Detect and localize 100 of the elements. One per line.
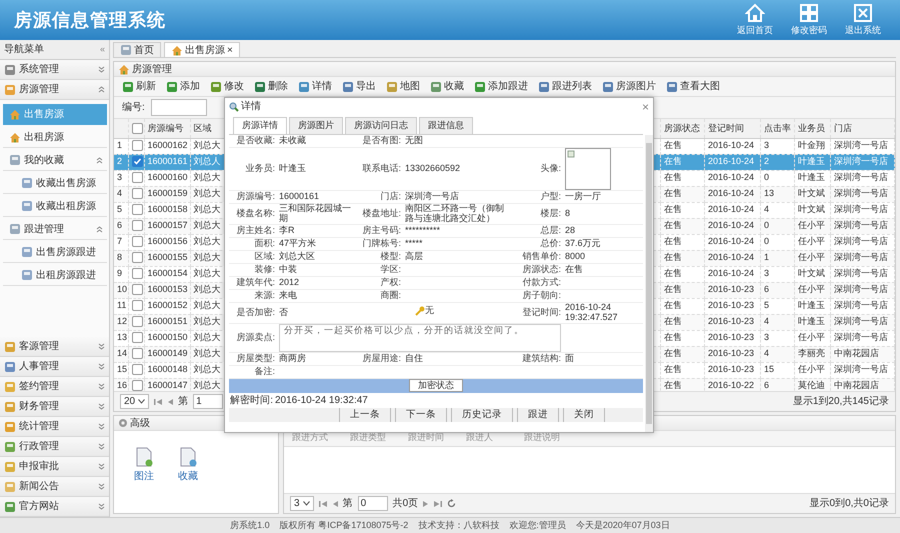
search-field[interactable]	[150, 99, 207, 116]
tab[interactable]: 出售房源 ×	[164, 42, 240, 57]
tab[interactable]: 跟进信息	[419, 117, 473, 134]
sidebar-item[interactable]: 出租房源	[3, 127, 107, 148]
sidebar-section[interactable]: 新闻公告	[0, 477, 109, 497]
field-label: 房主姓名:	[236, 224, 275, 235]
sidebar-section[interactable]: 统计管理	[0, 417, 109, 437]
field-label: 解密时间:	[229, 394, 274, 408]
tab[interactable]: 房源访问日志	[345, 117, 417, 134]
sidebar-section[interactable]: 官方网站	[0, 497, 109, 517]
checkbox[interactable]	[132, 380, 142, 391]
dialog-button[interactable]: 下一条	[395, 408, 447, 422]
checkbox[interactable]	[132, 332, 142, 344]
toolbar-button[interactable]: 跟进列表	[534, 79, 596, 94]
field-label: 是否有图:	[362, 134, 401, 145]
close-button[interactable]: ×	[642, 100, 649, 112]
toolbar-button[interactable]: 删除	[250, 79, 292, 94]
sidebar-section[interactable]: 客源管理	[0, 337, 109, 357]
tab[interactable]: 房源详情	[233, 117, 287, 134]
toolbar-button[interactable]: 房源图片	[598, 79, 660, 94]
checkbox[interactable]	[132, 348, 142, 360]
sidebar-item[interactable]: 收藏出售房源	[3, 173, 107, 194]
checkbox[interactable]	[132, 252, 142, 264]
checkbox[interactable]	[132, 220, 142, 232]
field-label: 业务员:	[245, 163, 275, 174]
dialog-button[interactable]: 历史记录	[451, 408, 513, 422]
action-button[interactable]: 图注	[130, 447, 158, 484]
tab[interactable]: 首页	[113, 42, 161, 57]
checkbox[interactable]	[132, 268, 142, 280]
toolbar-button[interactable]: 详情	[294, 79, 336, 94]
checkbox[interactable]	[132, 140, 142, 152]
folder-icon	[9, 154, 21, 166]
checkbox[interactable]	[132, 204, 142, 216]
sidebar-section[interactable]: 行政管理	[0, 437, 109, 457]
table-cell: 2016-10-24	[704, 250, 760, 266]
checkbox[interactable]	[132, 172, 142, 184]
field-label: 楼型:	[380, 250, 401, 261]
checkbox[interactable]	[132, 364, 142, 376]
sidebar-item[interactable]: 跟进管理	[3, 219, 107, 240]
field-value: 13302660592	[405, 163, 460, 174]
scrollbar[interactable]	[645, 134, 653, 432]
sidebar-section[interactable]: 系统管理	[0, 60, 109, 80]
close-icon[interactable]: ×	[227, 42, 233, 58]
text-area[interactable]: 分开买，一起买价格可以少点，分开的话就没空间了。	[279, 324, 561, 352]
checkbox[interactable]	[132, 316, 142, 328]
sidebar-section[interactable]: 房源管理	[0, 80, 109, 100]
section-icon	[4, 460, 16, 472]
sidebar-item[interactable]: 我的收藏	[3, 150, 107, 171]
pager-summary: 显示0到0,共0记录	[810, 496, 889, 511]
sidebar-section[interactable]: 人事管理	[0, 357, 109, 377]
checkbox[interactable]	[132, 284, 142, 296]
field-label: 门店:	[380, 191, 401, 202]
field-label: 商圈:	[380, 290, 401, 300]
toolbar-button[interactable]: 添加跟进	[470, 79, 532, 94]
tab[interactable]: 房源图片	[289, 117, 343, 134]
tool-icon	[254, 80, 266, 92]
dialog-button[interactable]: 关闭	[563, 408, 605, 422]
field-value: 2016-10-24 19:32:47	[275, 394, 368, 408]
field-label: 房主号码:	[362, 224, 401, 235]
table-cell: 深圳湾一号店	[830, 154, 894, 170]
sidebar-section[interactable]: 申报审批	[0, 457, 109, 477]
page-label: 第	[342, 497, 353, 511]
header-button[interactable]: 修改密码	[786, 2, 832, 38]
table-cell: 4	[760, 314, 794, 330]
status-button[interactable]: 加密状态	[409, 379, 463, 392]
field-value: 李R	[279, 224, 294, 235]
header-button[interactable]: 返回首页	[732, 2, 778, 38]
table-cell: 叶逢玉	[794, 314, 830, 330]
field-label: 备注:	[254, 366, 275, 376]
checkbox[interactable]	[132, 188, 142, 200]
page-field[interactable]: 0	[358, 496, 388, 511]
first-page-icon	[318, 500, 327, 508]
dialog-button[interactable]: 上一条	[339, 408, 391, 422]
table-cell: 中南花园店	[830, 378, 894, 391]
checkbox[interactable]	[132, 300, 142, 312]
sidebar-item[interactable]: 收藏出租房源	[3, 196, 107, 217]
toolbar-button[interactable]: 地图	[382, 79, 424, 94]
sidebar-section[interactable]: 签约管理	[0, 377, 109, 397]
toolbar-button[interactable]: 添加	[162, 79, 204, 94]
table-cell: 16000161	[144, 154, 190, 170]
page-size-select[interactable]: 3	[290, 496, 314, 511]
toolbar-button[interactable]: 导出	[338, 79, 380, 94]
action-button[interactable]: 收藏	[174, 447, 202, 484]
sidebar-item[interactable]: 出售房源跟进	[3, 242, 107, 263]
field-label: 产权:	[380, 276, 401, 287]
checkbox[interactable]	[132, 122, 142, 134]
checkbox[interactable]	[132, 156, 142, 168]
sidebar-section[interactable]: 财务管理	[0, 397, 109, 417]
sidebar-item[interactable]: 出租房源跟进	[3, 265, 107, 286]
grid-icon	[799, 2, 819, 23]
page-size-select[interactable]: 20	[120, 394, 150, 409]
toolbar-button[interactable]: 查看大图	[662, 79, 724, 94]
toolbar-button[interactable]: 修改	[206, 79, 248, 94]
dialog-button[interactable]: 跟进	[517, 408, 559, 422]
toolbar-button[interactable]: 刷新	[118, 79, 160, 94]
checkbox[interactable]	[132, 236, 142, 248]
header-button[interactable]: 退出系统	[840, 2, 886, 38]
row-number: 6	[114, 218, 128, 234]
page-field[interactable]: 1	[193, 394, 224, 409]
toolbar-button[interactable]: 收藏	[426, 79, 468, 94]
